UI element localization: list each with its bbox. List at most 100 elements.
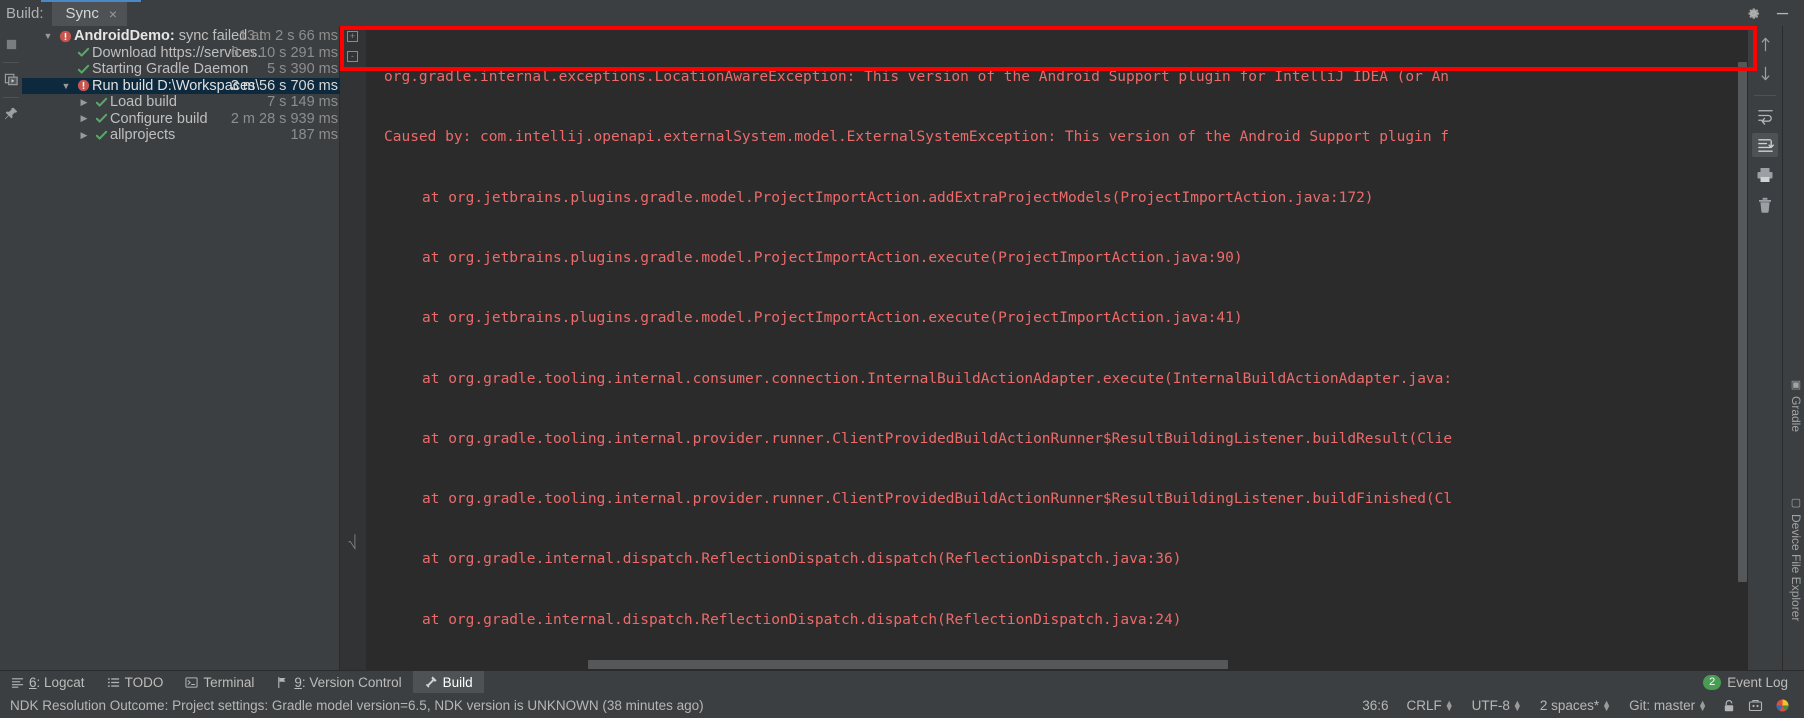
right-strip-tab-gradle[interactable]: ▣ Gradle [1789,378,1803,432]
bottom-tab-version-control[interactable]: 9: Version Control [265,671,412,693]
bottom-tab-label: Terminal [203,674,255,690]
bottom-tab-logcat[interactable]: 6: Logcat [0,671,96,693]
chevron-right-icon[interactable]: ▶ [76,130,92,141]
tree-row-configure-build[interactable]: ▶ Configure build 2 m 28 s 939 ms [22,111,340,128]
tree-row-allprojects[interactable]: ▶ allprojects 187 ms [22,127,340,144]
tab-sync[interactable]: Sync × [51,0,128,26]
tree-row-duration: 2 m 28 s 939 ms [230,110,338,127]
memory-icon[interactable] [1769,698,1796,713]
inspection-icon[interactable] [1742,698,1769,713]
line-separator-label: CRLF [1406,698,1442,713]
console-exception-line: org.gradle.internal.exceptions.LocationA… [384,69,1450,86]
bottom-tab-label: : Logcat [36,674,85,690]
git-branch-label: Git: master [1629,698,1696,713]
success-check-icon [92,96,110,109]
console-gutter: + - ⎷ [340,26,366,670]
console-stack-line: at org.jetbrains.plugins.gradle.model.Pr… [422,250,1243,267]
rerun-icon[interactable] [1,69,21,89]
caret-position-label: 36:6 [1362,698,1389,713]
build-left-toolbar [0,26,22,670]
close-icon[interactable]: × [109,2,117,26]
tree-row-starting-gradle-daemon[interactable]: Starting Gradle Daemon 5 s 390 ms [22,61,340,78]
todo-icon [107,676,120,689]
success-check-icon [92,129,110,142]
android-studio-build-window: Build: Sync × ▼ AndroidDemo: sync failed… [0,0,1804,718]
chevron-updown-icon: ▲ ▼ [1512,697,1522,713]
chevron-updown-icon: ▲ ▼ [1698,697,1707,713]
tree-row-duration: 7 s 149 ms [267,94,338,111]
fold-end-icon[interactable]: ⎷ [347,535,358,548]
tree-row-run-build[interactable]: ▼ Run build D:\Workspaces\ 3 m 56 s 706 … [22,77,340,94]
bottom-tab-build[interactable]: Build [412,671,484,693]
event-log-badge: 2 [1703,674,1722,690]
console-stack-line: at org.gradle.tooling.internal.provider.… [422,430,1453,447]
right-strip-tab-label: Device File Explorer [1789,514,1803,622]
fold-collapse-icon[interactable]: - [347,51,358,62]
tree-row-load-build[interactable]: ▶ Load build 7 s 149 ms [22,94,340,111]
soft-wrap-icon[interactable] [1752,103,1778,127]
success-check-icon [74,63,92,76]
right-strip-tab-device-file-explorer[interactable]: ▢ Device File Explorer [1789,496,1803,621]
bottom-tab-key: 9 [294,674,302,690]
chevron-down-icon[interactable]: ▼ [58,81,74,91]
build-output-console[interactable]: + - ⎷ org.gradle.internal.exceptions.Loc… [340,26,1748,670]
tree-row-androiddemo[interactable]: ▼ AndroidDemo: sync failed at 13 m 2 s 6… [22,28,340,45]
scroll-to-end-icon[interactable] [1752,133,1778,157]
pin-icon[interactable] [1,104,21,124]
trash-icon[interactable] [1752,193,1778,217]
status-message[interactable]: NDK Resolution Outcome: Project settings… [8,698,704,713]
bottom-tab-todo[interactable]: TODO [96,671,175,693]
bottom-tab-label: : Version Control [301,674,402,690]
bottom-tabs-spacer [484,671,1692,693]
right-tool-strip: ▣ Gradle ▢ Device File Explorer [1782,26,1804,670]
git-branch-selector[interactable]: Git: master ▲ ▼ [1620,698,1716,713]
chevron-right-icon[interactable]: ▶ [76,113,92,124]
console-stack-line: at org.gradle.tooling.internal.consumer.… [422,370,1453,387]
tree-row-duration: 187 ms [290,127,338,144]
bottom-tab-key: 6 [29,674,37,690]
success-check-icon [92,112,110,125]
header-icons [1746,0,1804,26]
minimize-icon[interactable] [1775,6,1790,21]
console-vertical-scrollbar[interactable] [1737,26,1748,670]
chevron-down-icon[interactable]: ▼ [40,31,56,41]
chevron-right-icon[interactable]: ▶ [76,97,92,108]
tree-row-duration: 3 m 56 s 706 ms [230,77,338,94]
arrow-up-icon[interactable] [1752,32,1778,56]
tab-sync-label: Sync [65,5,99,22]
tree-row-label: Load build [110,94,177,111]
bottom-tool-tabs: 6: Logcat TODO Terminal 9: Version Contr… [0,670,1804,693]
fold-expand-icon[interactable]: + [347,31,358,42]
event-log-label: Event Log [1727,674,1788,690]
tree-row-download[interactable]: Download https://services. 6 m 10 s 291 … [22,45,340,62]
console-horizontal-scrollbar[interactable] [366,659,1737,670]
console-text[interactable]: org.gradle.internal.exceptions.LocationA… [366,26,1748,670]
line-separator-selector[interactable]: CRLF ▲ ▼ [1397,698,1462,713]
arrow-down-icon[interactable] [1752,62,1778,86]
error-icon [74,79,92,92]
caret-position[interactable]: 36:6 [1353,698,1397,713]
right-strip-tab-label: Gradle [1789,396,1803,433]
tree-row-label: Configure build [110,110,208,127]
lock-icon[interactable] [1716,699,1742,713]
terminal-icon [185,676,198,689]
printer-icon[interactable] [1752,163,1778,187]
bottom-tab-label: Build [442,674,473,690]
build-tree-panel[interactable]: ▼ AndroidDemo: sync failed at 13 m 2 s 6… [22,26,340,670]
chevron-updown-icon: ▲ ▼ [1602,697,1612,713]
active-tab-accent [41,0,141,2]
tool-window-label: Build: [6,5,44,22]
encoding-selector[interactable]: UTF-8 ▲ ▼ [1463,698,1531,713]
console-stack-line: at org.gradle.internal.dispatch.Reflecti… [422,551,1182,568]
chevron-updown-icon: ▲ ▼ [1444,697,1454,713]
console-horizontal-scroll-thumb[interactable] [588,660,1228,669]
indent-selector[interactable]: 2 spaces* ▲ ▼ [1531,698,1620,713]
stop-square-icon[interactable] [1,34,21,54]
console-stack-line: at org.gradle.internal.dispatch.Reflecti… [422,611,1182,628]
console-vertical-scroll-thumb[interactable] [1738,62,1747,582]
event-log-button[interactable]: 2 Event Log [1692,671,1804,693]
console-stack-line: at org.jetbrains.plugins.gradle.model.Pr… [422,189,1374,206]
status-bar: NDK Resolution Outcome: Project settings… [0,693,1804,718]
gear-icon[interactable] [1746,6,1761,21]
bottom-tab-terminal[interactable]: Terminal [174,671,265,693]
